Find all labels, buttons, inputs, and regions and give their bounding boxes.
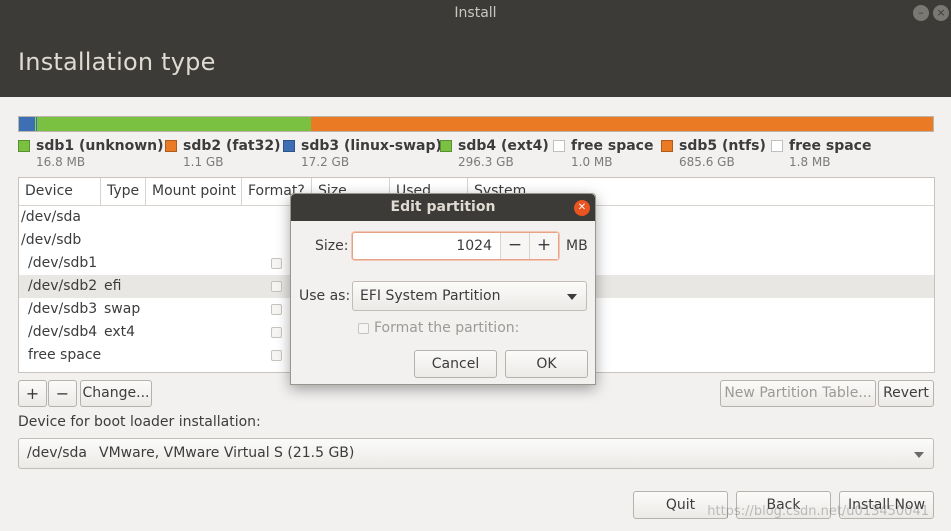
legend-swatch	[553, 140, 565, 152]
row-device: /dev/sdb2	[28, 278, 98, 294]
legend-label: free space	[571, 138, 654, 154]
row-type: ext4	[104, 324, 136, 340]
decrease-button[interactable]: −	[500, 233, 529, 259]
change-partition-button[interactable]: Change...	[80, 380, 152, 407]
format-checkbox[interactable]	[271, 327, 282, 338]
increase-button[interactable]: +	[529, 233, 558, 259]
legend-swatch	[165, 140, 177, 152]
row-device: /dev/sdb3	[28, 301, 98, 317]
legend-size: 1.8 MB	[789, 155, 831, 169]
use-as-value: EFI System Partition	[360, 288, 501, 304]
legend-label: sdb4 (ext4)	[458, 138, 549, 154]
legend-label: sdb2 (fat32)	[183, 138, 281, 154]
row-device: /dev/sdb	[21, 232, 82, 248]
legend-label: sdb3 (linux-swap)	[301, 138, 442, 154]
chevron-down-icon	[914, 452, 924, 458]
window-minimize-icon[interactable]: –	[913, 5, 929, 21]
format-checkbox[interactable]	[271, 350, 282, 361]
ok-button[interactable]: OK	[505, 350, 588, 378]
bootloader-device: /dev/sda	[27, 445, 87, 461]
legend-swatch	[771, 140, 783, 152]
legend-size: 1.1 GB	[183, 155, 224, 169]
window-title: Install	[454, 5, 497, 21]
bootloader-description: VMware, VMware Virtual S (21.5 GB)	[99, 445, 355, 461]
legend-swatch	[661, 140, 673, 152]
cancel-button[interactable]: Cancel	[414, 350, 497, 378]
row-device: /dev/sdb4	[28, 324, 98, 340]
size-spinbox[interactable]: 1024 − +	[352, 232, 559, 260]
window-titlebar: Install	[0, 0, 951, 26]
size-unit: MB	[566, 238, 588, 254]
legend-size: 17.2 GB	[301, 155, 350, 169]
legend-size: 1.0 MB	[571, 155, 613, 169]
page-header: Installation type	[0, 26, 951, 97]
format-partition-checkbox[interactable]	[358, 323, 369, 334]
legend-label: sdb1 (unknown)	[36, 138, 164, 154]
partition-segment-sdb4	[37, 117, 312, 131]
legend-swatch	[283, 140, 295, 152]
page-title: Installation type	[18, 48, 216, 76]
row-type: efi	[104, 278, 122, 294]
legend-item: free space 1.8 MB	[771, 138, 871, 169]
row-device: free space	[28, 347, 102, 363]
legend-label: free space	[789, 138, 872, 154]
legend-size: 296.3 GB	[458, 155, 514, 169]
size-label: Size:	[315, 238, 349, 254]
column-device[interactable]: Device	[19, 178, 101, 206]
remove-partition-button[interactable]: −	[48, 380, 77, 407]
bootloader-device-select[interactable]: /dev/sda VMware, VMware Virtual S (21.5 …	[18, 438, 934, 469]
format-checkbox[interactable]	[271, 304, 282, 315]
legend-item: sdb2 (fat32) 1.1 GB	[165, 138, 281, 169]
legend-item: sdb3 (linux-swap) 17.2 GB	[283, 138, 442, 169]
partition-segment-sdb1	[19, 117, 36, 131]
chevron-down-icon	[567, 294, 577, 300]
use-as-label: Use as:	[299, 288, 351, 304]
format-partition-label: Format the partition:	[374, 320, 520, 336]
use-as-select[interactable]: EFI System Partition	[352, 281, 587, 311]
legend-size: 16.8 MB	[36, 155, 86, 169]
partition-bar	[18, 116, 934, 132]
new-partition-table-button[interactable]: New Partition Table...	[720, 380, 876, 407]
row-type: swap	[104, 301, 141, 317]
legend-swatch	[18, 140, 30, 152]
row-device: /dev/sda	[21, 209, 81, 225]
add-partition-button[interactable]: +	[18, 380, 47, 407]
legend-label: sdb5 (ntfs)	[679, 138, 766, 154]
legend-item: free space 1.0 MB	[553, 138, 653, 169]
format-checkbox[interactable]	[271, 258, 282, 269]
edit-partition-dialog: Edit partition ✕ Size: 1024 − + MB Use a…	[290, 193, 596, 385]
close-icon[interactable]: ✕	[574, 200, 590, 216]
partition-segment-sdb5	[311, 117, 933, 131]
size-input[interactable]: 1024	[456, 233, 492, 259]
legend-item: sdb4 (ext4) 296.3 GB	[440, 138, 549, 169]
window-close-icon[interactable]: ×	[933, 5, 949, 21]
legend-size: 685.6 GB	[679, 155, 735, 169]
bootloader-label: Device for boot loader installation:	[18, 414, 261, 430]
column-type[interactable]: Type	[101, 178, 146, 206]
column-mount-point[interactable]: Mount point	[146, 178, 242, 206]
dialog-title: Edit partition	[291, 194, 595, 221]
revert-button[interactable]: Revert	[878, 380, 934, 407]
watermark: https://blog.csdn.net/u013450041	[707, 504, 929, 519]
legend-swatch	[440, 140, 452, 152]
row-device: /dev/sdb1	[28, 255, 98, 271]
legend-item: sdb1 (unknown) 16.8 MB	[18, 138, 164, 169]
legend-item: sdb5 (ntfs) 685.6 GB	[661, 138, 766, 169]
format-checkbox[interactable]	[271, 281, 282, 292]
